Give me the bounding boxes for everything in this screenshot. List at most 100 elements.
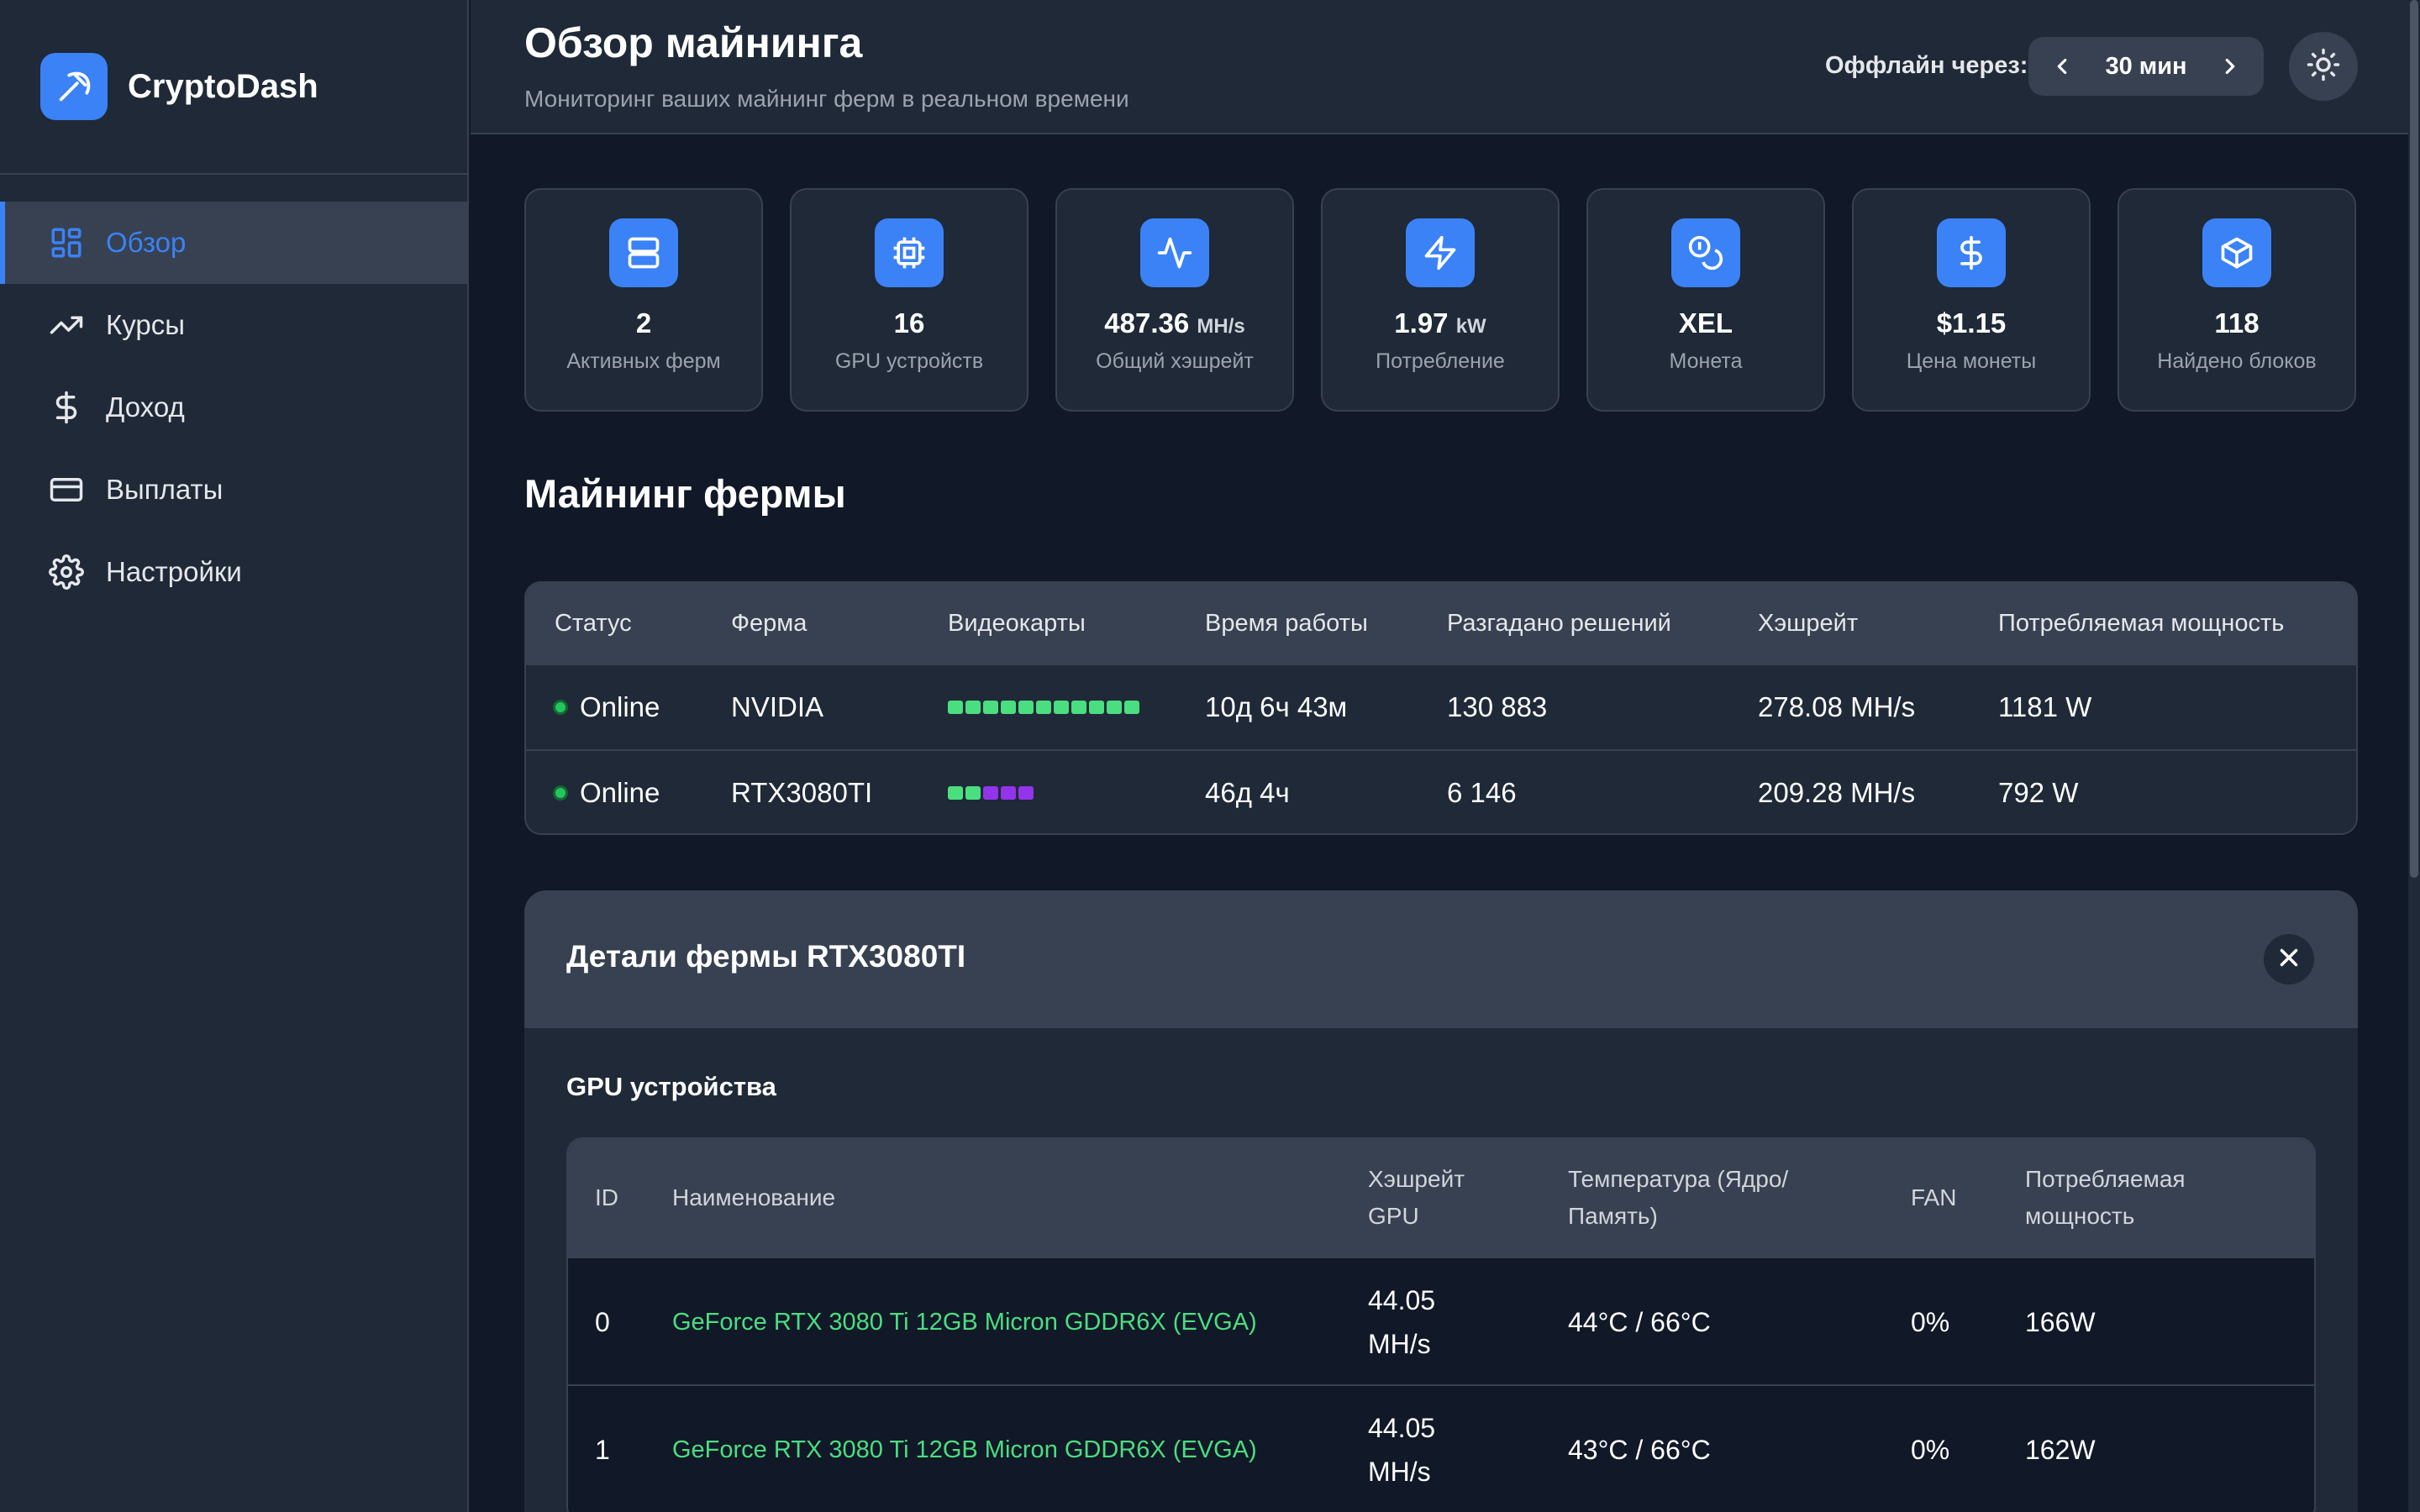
grid-icon <box>47 223 86 262</box>
gpu-status-square <box>1018 786 1034 800</box>
column-header[interactable]: FAN <box>1911 1139 1956 1257</box>
column-header[interactable]: Видеокарты <box>948 583 1086 664</box>
stat-value: $1.15 <box>1936 307 2007 339</box>
uptime: 46д 4ч <box>1205 777 1290 808</box>
gpu-id: 0 <box>595 1307 610 1337</box>
sidebar-item-label: Выплаты <box>106 474 224 505</box>
column-header[interactable]: ID <box>595 1139 618 1257</box>
gpu-status-bar <box>948 751 1034 833</box>
chip-icon <box>875 218 944 287</box>
chevron-right-icon[interactable] <box>2213 50 2247 83</box>
gpu-section-title: GPU устройства <box>566 1072 776 1101</box>
dollar-icon <box>1937 218 2006 287</box>
brand-name: CryptoDash <box>128 67 318 105</box>
gpu-power: 166W <box>2025 1307 2096 1337</box>
uptime: 10д 6ч 43м <box>1205 691 1348 722</box>
coins-icon <box>1671 218 1740 287</box>
solutions: 130 883 <box>1447 691 1548 722</box>
column-header[interactable]: Время работы <box>1205 583 1368 664</box>
stat-card-blocks-found: 118 Найдено блоков <box>2118 188 2356 412</box>
column-header[interactable]: Потребляемая мощность <box>2025 1139 2186 1257</box>
gpu-fan: 0% <box>1911 1307 1950 1337</box>
gpu-temperature: 43°C / 66°C <box>1568 1435 1711 1465</box>
close-button[interactable] <box>2264 934 2314 984</box>
card-icon <box>47 470 86 509</box>
farm-name: RTX3080TI <box>731 777 873 808</box>
stat-label: Потребление <box>1376 349 1505 373</box>
gpu-status-square <box>965 786 981 800</box>
column-header[interactable]: Температура (Ядро/Память) <box>1568 1139 1788 1257</box>
online-dot <box>553 785 568 801</box>
cube-icon <box>2202 218 2271 287</box>
stat-value: XEL <box>1678 307 1733 339</box>
gpu-status-square <box>948 786 963 800</box>
column-header[interactable]: Статус <box>555 583 632 664</box>
gpu-power: 162W <box>2025 1435 2096 1465</box>
power: 792 W <box>1998 777 2079 808</box>
stat-label: Монета <box>1669 349 1743 373</box>
table-row[interactable]: 0 GeForce RTX 3080 Ti 12GB Micron GDDR6X… <box>568 1257 2314 1384</box>
sidebar: CryptoDash Обзор Курсы Доход Выплаты Нас… <box>0 0 469 1512</box>
status-cell: Online <box>553 665 660 749</box>
stats-row: 2 Активных ферм 16 GPU устройств 487.36 … <box>524 188 2358 413</box>
farms-section-title: Майнинг фермы <box>524 471 846 516</box>
gpu-status-square <box>965 701 981 714</box>
hashrate: 278.08 MH/s <box>1758 691 1916 722</box>
gpu-status-square <box>983 786 998 800</box>
sidebar-item-income[interactable]: Доход <box>0 366 467 449</box>
dollar-icon <box>47 388 86 427</box>
stat-label: Общий хэшрейт <box>1096 349 1254 373</box>
offline-value: 30 мин <box>2105 52 2187 80</box>
online-dot <box>553 700 568 715</box>
stat-value: 118 <box>2214 307 2260 339</box>
table-row[interactable]: Online RTX3080TI 46д 4ч 6 146 209.28 MH/… <box>526 749 2356 833</box>
gpu-status-square <box>1001 701 1016 714</box>
gpu-status-square <box>983 701 998 714</box>
column-header[interactable]: Разгадано решений <box>1447 583 1671 664</box>
gpu-status-bar <box>948 665 1139 749</box>
sidebar-item-overview[interactable]: Обзор <box>0 202 467 284</box>
stat-label: Активных ферм <box>566 349 721 373</box>
table-row[interactable]: 1 GeForce RTX 3080 Ti 12GB Micron GDDR6X… <box>568 1384 2314 1512</box>
stat-card-power: 1.97 kW Потребление <box>1321 188 1560 412</box>
sun-icon <box>2306 47 2341 87</box>
column-header[interactable]: Потребляемая мощность <box>1998 583 2284 664</box>
bolt-icon <box>1406 218 1475 287</box>
activity-icon <box>1140 218 1209 287</box>
gpu-status-square <box>1036 701 1051 714</box>
gpu-name: GeForce RTX 3080 Ti 12GB Micron GDDR6X (… <box>672 1309 1257 1336</box>
sidebar-item-settings[interactable]: Настройки <box>0 531 467 613</box>
stat-card-hashrate: 487.36 MH/s Общий хэшрейт <box>1055 188 1294 412</box>
sidebar-item-payouts[interactable]: Выплаты <box>0 449 467 531</box>
gpu-status-square <box>1124 701 1139 714</box>
farm-details-panel: Детали фермы RTX3080TI GPU устройства ID… <box>524 890 2358 1512</box>
brand[interactable]: CryptoDash <box>0 0 467 175</box>
server-icon <box>609 218 678 287</box>
gpu-hashrate: 44.05 MH/s <box>1368 1285 1436 1359</box>
table-row[interactable]: Online NVIDIA 10д 6ч 43м 130 883 278.08 … <box>526 664 2356 749</box>
gpu-status-square <box>1001 786 1016 800</box>
theme-toggle-button[interactable] <box>2289 32 2358 101</box>
scrollbar-thumb[interactable] <box>2410 0 2418 878</box>
gpu-table: ID Наименование Хэшрейт GPU Температура (… <box>566 1137 2316 1512</box>
solutions: 6 146 <box>1447 777 1517 808</box>
sidebar-item-label: Доход <box>106 391 185 423</box>
sidebar-item-rates[interactable]: Курсы <box>0 284 467 366</box>
stat-card-coin-price: $1.15 Цена монеты <box>1852 188 2091 412</box>
column-header[interactable]: Ферма <box>731 583 807 664</box>
stat-value: 16 <box>893 307 925 339</box>
farm-details-title: Детали фермы RTX3080TI <box>566 939 966 974</box>
gpu-table-header: ID Наименование Хэшрейт GPU Температура (… <box>568 1139 2314 1257</box>
farm-details-header: Детали фермы RTX3080TI <box>524 890 2358 1028</box>
stat-card-active-farms: 2 Активных ферм <box>524 188 763 412</box>
column-header[interactable]: Хэшрейт GPU <box>1368 1139 1465 1257</box>
page-subtitle: Мониторинг ваших майнинг ферм в реальном… <box>524 86 1129 112</box>
gear-icon <box>47 553 86 591</box>
column-header[interactable]: Наименование <box>672 1139 835 1257</box>
header: Обзор майнинга Мониторинг ваших майнинг … <box>471 0 2410 134</box>
column-header[interactable]: Хэшрейт <box>1758 583 1858 664</box>
sidebar-item-label: Настройки <box>106 556 242 587</box>
stat-label: Цена монеты <box>1906 349 2037 373</box>
close-icon <box>2275 943 2303 976</box>
chevron-left-icon[interactable] <box>2045 50 2079 83</box>
